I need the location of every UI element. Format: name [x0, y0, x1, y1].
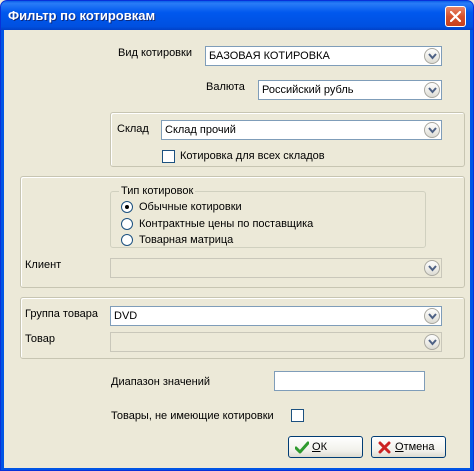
value-range-label: Диапазон значений [111, 376, 211, 388]
warehouse-value: Склад прочий [165, 124, 236, 136]
quote-type-dropdown-button[interactable] [424, 48, 440, 64]
close-button[interactable] [445, 6, 466, 27]
cross-icon [378, 441, 391, 454]
chevron-down-icon [428, 265, 437, 272]
client-select[interactable] [110, 258, 442, 278]
currency-dropdown-button[interactable] [424, 82, 440, 98]
cancel-button-label: Отмена [395, 441, 435, 453]
quote-type-select[interactable]: БАЗОВАЯ КОТИРОВКА [205, 46, 442, 66]
no-quotes-label: Товары, не имеющие котировки [111, 410, 274, 422]
quote-kind-label-matrix: Товарная матрица [139, 234, 234, 246]
product-group-dropdown-button[interactable] [424, 308, 440, 324]
product-dropdown-button[interactable] [424, 334, 440, 350]
dialog-body: Вид котировки БАЗОВАЯ КОТИРОВКА Валюта Р… [4, 30, 470, 468]
currency-label: Валюта [206, 81, 245, 93]
chevron-down-icon [428, 127, 437, 134]
currency-select[interactable]: Российский рубль [258, 80, 442, 100]
warehouse-dropdown-button[interactable] [424, 122, 440, 138]
client-label: Клиент [25, 259, 62, 271]
quote-type-value: БАЗОВАЯ КОТИРОВКА [209, 50, 330, 62]
quote-type-label: Вид котировки [118, 47, 192, 59]
radio-selected-dot [125, 205, 129, 209]
product-group-select[interactable]: DVD [110, 306, 442, 326]
window-title: Фильтр по котировкам [8, 8, 156, 23]
quote-kind-label-regular: Обычные котировки [139, 201, 242, 213]
filter-dialog-window: Фильтр по котировкам Вид котировки БАЗОВ… [0, 0, 474, 471]
product-group-label: Группа товара [25, 308, 99, 320]
product-label: Товар [25, 333, 55, 345]
quote-kind-group-label: Тип котировок [119, 185, 196, 197]
product-group-value: DVD [114, 310, 138, 322]
quote-kind-radio-regular[interactable] [121, 201, 133, 213]
warehouse-label: Склад [117, 123, 149, 135]
title-bar[interactable]: Фильтр по котировкам [1, 1, 473, 30]
product-select[interactable] [110, 332, 442, 352]
chevron-down-icon [428, 339, 437, 346]
no-quotes-checkbox[interactable] [291, 409, 304, 422]
value-range-input[interactable] [274, 371, 425, 391]
currency-value: Российский рубль [262, 84, 354, 96]
ok-button-label: ОК [312, 441, 327, 453]
all-warehouses-label: Котировка для всех складов [180, 150, 325, 162]
warehouse-select[interactable]: Склад прочий [161, 120, 442, 140]
quote-kind-radio-matrix[interactable] [121, 234, 133, 246]
quote-kind-label-contract: Контрактные цены по поставщика [139, 218, 314, 230]
ok-button[interactable]: ОК [288, 436, 363, 458]
chevron-down-icon [428, 313, 437, 320]
quote-kind-radio-contract[interactable] [121, 218, 133, 230]
close-icon [450, 11, 461, 22]
chevron-down-icon [428, 87, 437, 94]
cancel-button[interactable]: Отмена [371, 436, 446, 458]
chevron-down-icon [428, 53, 437, 60]
all-warehouses-checkbox[interactable] [162, 150, 175, 163]
client-dropdown-button[interactable] [424, 260, 440, 276]
checkmark-icon [295, 441, 309, 454]
